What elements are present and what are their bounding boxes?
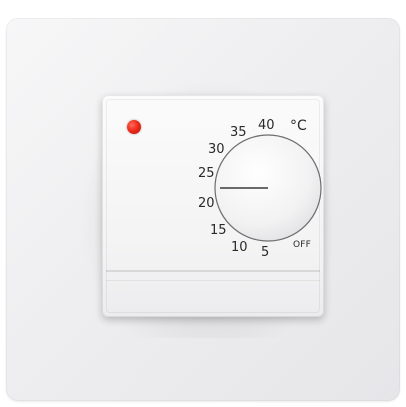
scale-label-40: 40 [258, 118, 275, 133]
scale-label-30: 30 [208, 142, 225, 157]
scale-label-35: 35 [230, 125, 247, 140]
thermostat-body: 35 40 30 25 20 15 10 5 OFF °C [102, 95, 324, 317]
unit-label: °C [290, 118, 307, 134]
scale-label-10: 10 [231, 240, 248, 255]
scale-label-15: 15 [210, 223, 227, 238]
bottom-strip-divider-secondary [106, 280, 320, 281]
scale-label-off: OFF [293, 240, 312, 250]
scale-label-25: 25 [198, 166, 215, 181]
product-photo-scene: 35 40 30 25 20 15 10 5 OFF °C [0, 0, 406, 407]
dial-area: 35 40 30 25 20 15 10 5 OFF °C [102, 95, 324, 317]
scale-label-5: 5 [261, 245, 270, 260]
bottom-strip-divider [106, 270, 320, 272]
scale-label-20: 20 [198, 196, 215, 211]
